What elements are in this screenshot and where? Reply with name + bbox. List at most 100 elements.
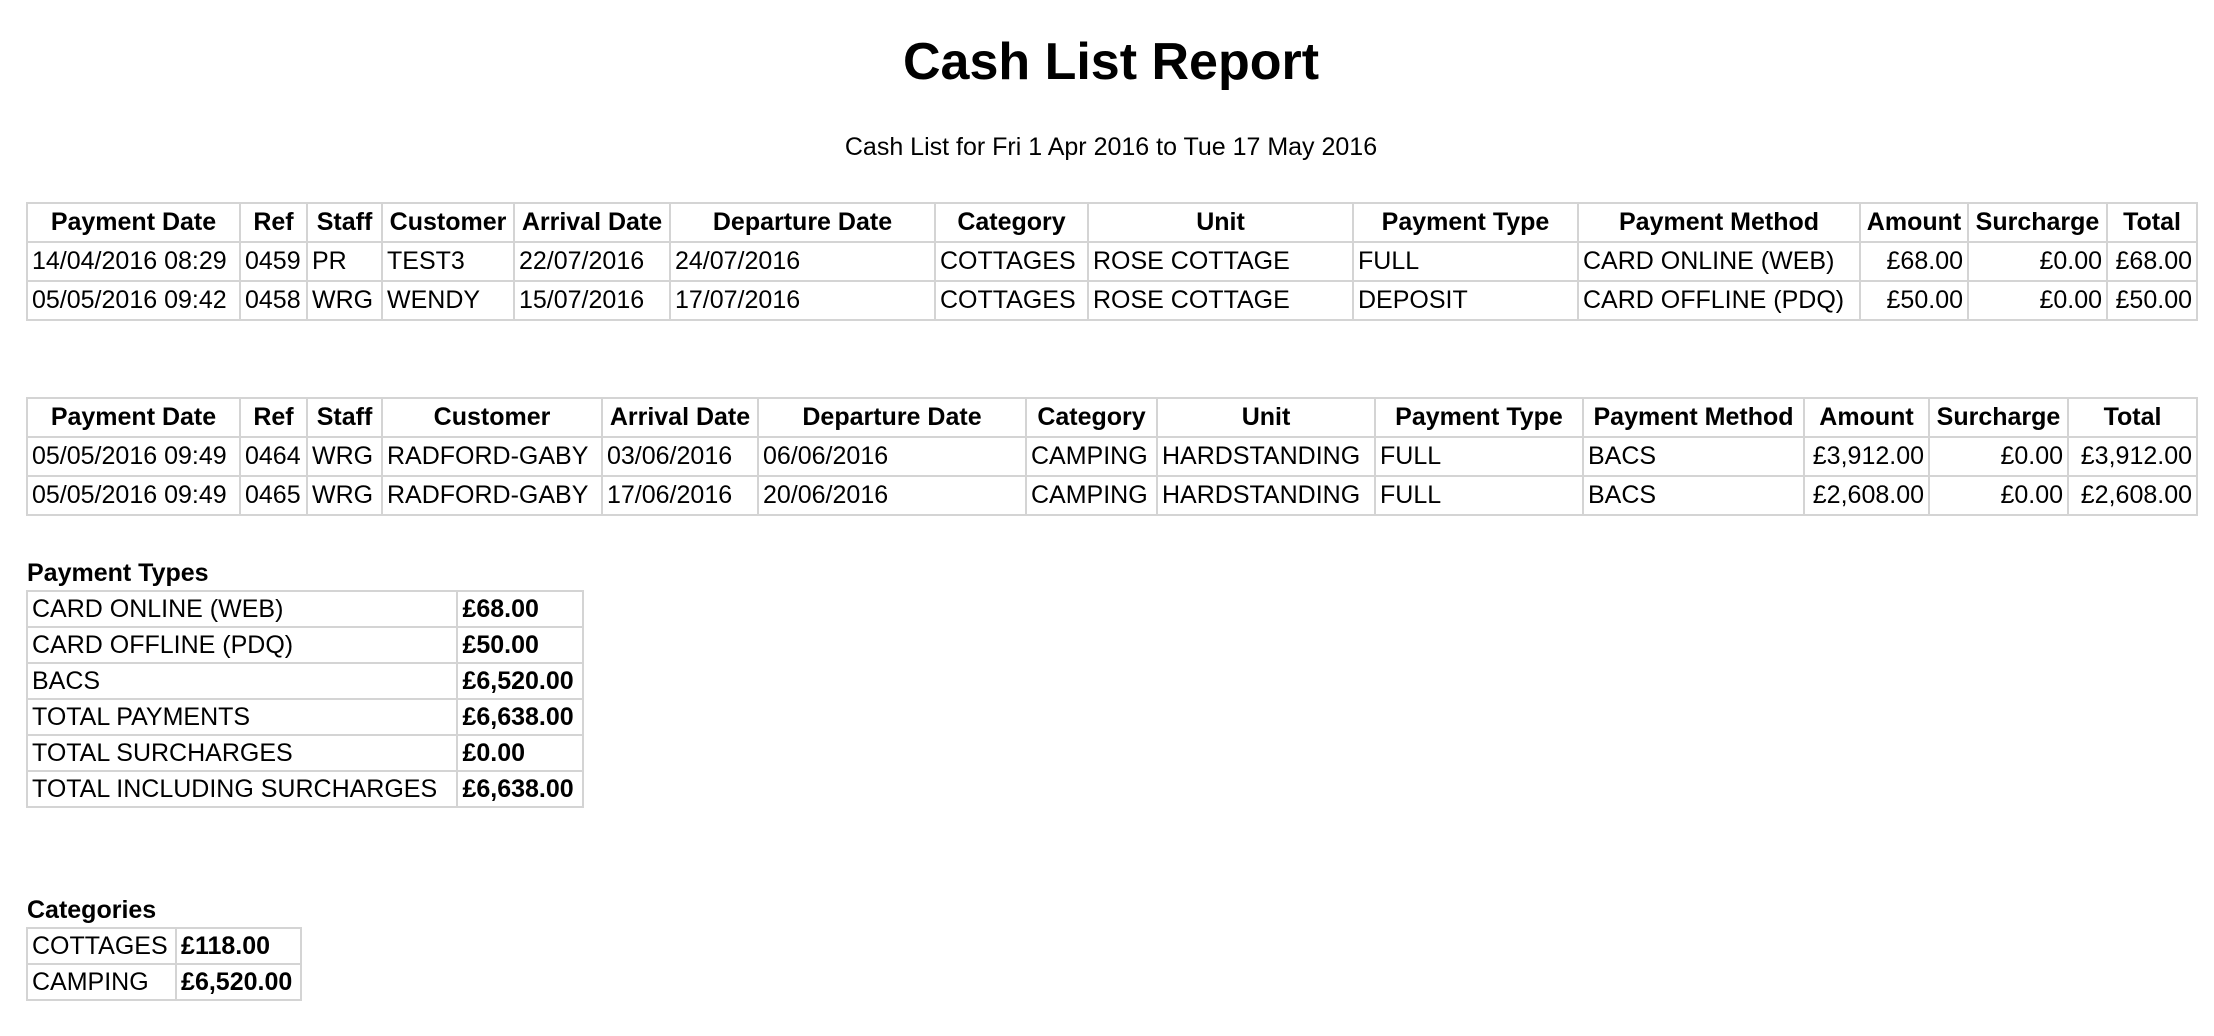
cell-amount: £3,912.00 xyxy=(1803,436,1930,477)
cell-staff: WRG xyxy=(306,280,383,321)
cell-surcharge: £0.00 xyxy=(1967,280,2108,321)
cell-category: COTTAGES xyxy=(934,280,1089,321)
table-header-row: Payment Date Ref Staff Customer Arrival … xyxy=(26,202,2198,243)
categories-heading: Categories xyxy=(27,896,157,924)
cell-arrival-date: 22/07/2016 xyxy=(513,241,671,282)
categories-table: COTTAGES £118.00 CAMPING £6,520.00 xyxy=(25,927,302,1001)
cash-list-table-camping: Payment Date Ref Staff Customer Arrival … xyxy=(26,397,2198,516)
col-header-category: Category xyxy=(934,202,1089,243)
table-header-row: Payment Date Ref Staff Customer Arrival … xyxy=(26,397,2198,438)
cell-payment-method: CARD OFFLINE (PDQ) xyxy=(1577,280,1861,321)
col-header-payment-method: Payment Method xyxy=(1582,397,1805,438)
summary-label: CARD OFFLINE (PDQ) xyxy=(25,626,459,664)
summary-row: CARD OFFLINE (PDQ) £50.00 xyxy=(25,626,584,664)
col-header-payment-method: Payment Method xyxy=(1577,202,1861,243)
summary-value: £6,638.00 xyxy=(456,770,584,808)
cell-payment-type: FULL xyxy=(1374,436,1584,477)
cell-payment-date: 05/05/2016 09:49 xyxy=(26,436,241,477)
summary-label: TOTAL SURCHARGES xyxy=(25,734,459,772)
summary-value: £68.00 xyxy=(456,590,584,628)
summary-row: BACS £6,520.00 xyxy=(25,662,584,700)
cell-total: £50.00 xyxy=(2106,280,2198,321)
cell-staff: WRG xyxy=(306,475,383,516)
payment-types-heading: Payment Types xyxy=(27,559,209,587)
cell-ref: 0459 xyxy=(239,241,308,282)
cell-category: CAMPING xyxy=(1025,436,1158,477)
summary-value: £0.00 xyxy=(456,734,584,772)
cell-departure-date: 17/07/2016 xyxy=(669,280,936,321)
cell-unit: HARDSTANDING xyxy=(1156,436,1376,477)
summary-row: CARD ONLINE (WEB) £68.00 xyxy=(25,590,584,628)
cell-customer: RADFORD-GABY xyxy=(381,475,603,516)
col-header-customer: Customer xyxy=(381,202,515,243)
col-header-payment-date: Payment Date xyxy=(26,202,241,243)
cell-surcharge: £0.00 xyxy=(1928,475,2069,516)
summary-value: £6,520.00 xyxy=(456,662,584,700)
cell-staff: WRG xyxy=(306,436,383,477)
cell-arrival-date: 17/06/2016 xyxy=(601,475,759,516)
report-page: Cash List Report Cash List for Fri 1 Apr… xyxy=(0,0,2214,1036)
col-header-unit: Unit xyxy=(1087,202,1354,243)
cell-payment-type: DEPOSIT xyxy=(1352,280,1579,321)
col-header-amount: Amount xyxy=(1859,202,1969,243)
summary-row: COTTAGES £118.00 xyxy=(25,927,302,965)
cell-amount: £2,608.00 xyxy=(1803,475,1930,516)
cell-payment-date: 14/04/2016 08:29 xyxy=(26,241,241,282)
cell-unit: ROSE COTTAGE xyxy=(1087,241,1354,282)
cell-unit: HARDSTANDING xyxy=(1156,475,1376,516)
summary-label: COTTAGES xyxy=(25,927,178,965)
cell-arrival-date: 15/07/2016 xyxy=(513,280,671,321)
summary-row: TOTAL PAYMENTS £6,638.00 xyxy=(25,698,584,736)
cell-departure-date: 24/07/2016 xyxy=(669,241,936,282)
col-header-unit: Unit xyxy=(1156,397,1376,438)
cell-surcharge: £0.00 xyxy=(1928,436,2069,477)
col-header-arrival-date: Arrival Date xyxy=(601,397,759,438)
cell-customer: TEST3 xyxy=(381,241,515,282)
col-header-amount: Amount xyxy=(1803,397,1930,438)
table-row: 05/05/2016 09:49 0465 WRG RADFORD-GABY 1… xyxy=(26,475,2198,516)
cell-category: COTTAGES xyxy=(934,241,1089,282)
col-header-payment-date: Payment Date xyxy=(26,397,241,438)
cell-payment-type: FULL xyxy=(1374,475,1584,516)
col-header-arrival-date: Arrival Date xyxy=(513,202,671,243)
col-header-customer: Customer xyxy=(381,397,603,438)
summary-label: TOTAL PAYMENTS xyxy=(25,698,459,736)
summary-label: TOTAL INCLUDING SURCHARGES xyxy=(25,770,459,808)
table-row: 05/05/2016 09:42 0458 WRG WENDY 15/07/20… xyxy=(26,280,2198,321)
cell-ref: 0458 xyxy=(239,280,308,321)
report-subtitle: Cash List for Fri 1 Apr 2016 to Tue 17 M… xyxy=(844,133,1378,161)
cash-list-table-cottages: Payment Date Ref Staff Customer Arrival … xyxy=(26,202,2198,321)
col-header-category: Category xyxy=(1025,397,1158,438)
cell-payment-date: 05/05/2016 09:49 xyxy=(26,475,241,516)
cell-ref: 0464 xyxy=(239,436,308,477)
cell-ref: 0465 xyxy=(239,475,308,516)
col-header-surcharge: Surcharge xyxy=(1928,397,2069,438)
payment-types-table: CARD ONLINE (WEB) £68.00 CARD OFFLINE (P… xyxy=(25,590,584,808)
cell-staff: PR xyxy=(306,241,383,282)
cell-payment-method: BACS xyxy=(1582,436,1805,477)
cell-amount: £68.00 xyxy=(1859,241,1969,282)
cell-total: £68.00 xyxy=(2106,241,2198,282)
col-header-total: Total xyxy=(2067,397,2198,438)
cell-unit: ROSE COTTAGE xyxy=(1087,280,1354,321)
summary-label: CAMPING xyxy=(25,963,178,1001)
cell-payment-method: BACS xyxy=(1582,475,1805,516)
col-header-payment-type: Payment Type xyxy=(1352,202,1579,243)
summary-label: CARD ONLINE (WEB) xyxy=(25,590,459,628)
summary-value: £118.00 xyxy=(175,927,302,965)
table-row: 14/04/2016 08:29 0459 PR TEST3 22/07/201… xyxy=(26,241,2198,282)
report-title: Cash List Report xyxy=(902,33,1320,91)
col-header-departure-date: Departure Date xyxy=(757,397,1027,438)
cell-payment-type: FULL xyxy=(1352,241,1579,282)
summary-label: BACS xyxy=(25,662,459,700)
col-header-ref: Ref xyxy=(239,397,308,438)
summary-row: CAMPING £6,520.00 xyxy=(25,963,302,1001)
summary-row: TOTAL SURCHARGES £0.00 xyxy=(25,734,584,772)
cell-surcharge: £0.00 xyxy=(1967,241,2108,282)
cell-customer: WENDY xyxy=(381,280,515,321)
cell-payment-date: 05/05/2016 09:42 xyxy=(26,280,241,321)
table-row: 05/05/2016 09:49 0464 WRG RADFORD-GABY 0… xyxy=(26,436,2198,477)
col-header-total: Total xyxy=(2106,202,2198,243)
col-header-departure-date: Departure Date xyxy=(669,202,936,243)
summary-value: £6,520.00 xyxy=(175,963,302,1001)
